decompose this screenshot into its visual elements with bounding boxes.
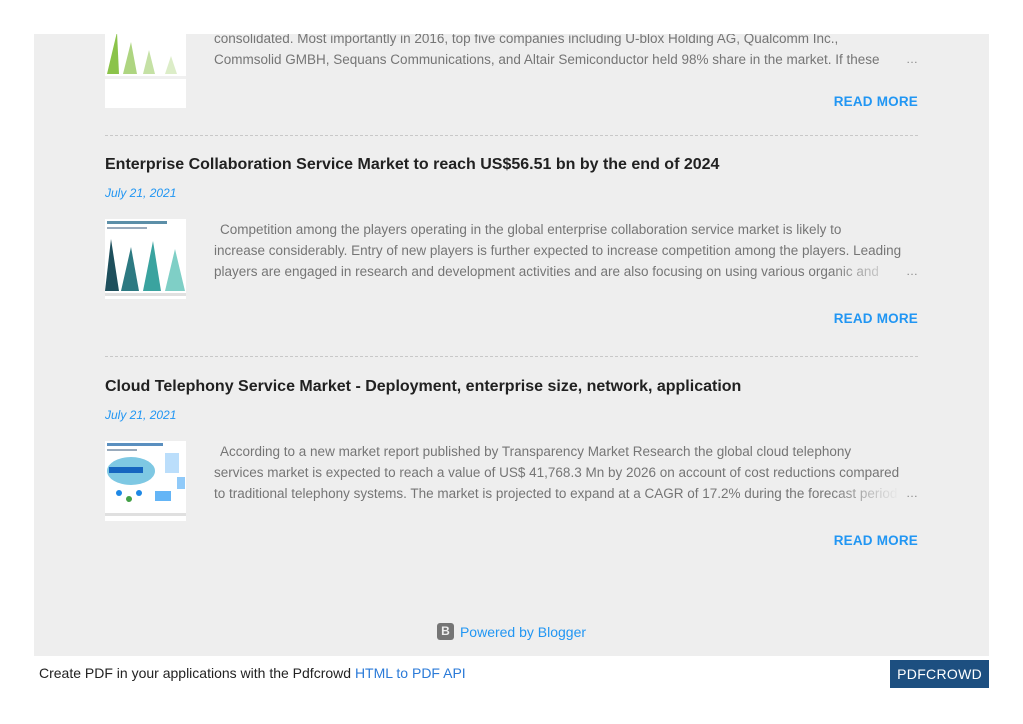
snippet-line: to traditional telephony systems. The ma… <box>214 486 898 501</box>
post-3-snippet: According to a new market report publish… <box>214 441 918 504</box>
post-divider <box>105 356 918 357</box>
blog-footer: Powered by Blogger <box>34 623 989 643</box>
post-2-body: Competition among the players operating … <box>105 219 918 299</box>
blogger-icon <box>436 623 454 640</box>
post-1: consolidated. Most importantly in 2016, … <box>105 34 918 109</box>
snippet-line: consolidated. Most importantly in 2016, … <box>214 34 839 46</box>
read-more-link[interactable]: READ MORE <box>834 94 918 109</box>
post-title[interactable]: Cloud Telephony Service Market - Deploym… <box>105 377 918 397</box>
post-1-snippet: consolidated. Most importantly in 2016, … <box>214 34 918 91</box>
post-2-thumbnail[interactable] <box>105 219 186 299</box>
post-1-thumbnail[interactable] <box>105 34 186 108</box>
read-more-link[interactable]: READ MORE <box>834 533 918 548</box>
pdfcrowd-button[interactable]: PDFCROWD <box>890 660 989 688</box>
post-date[interactable]: July 21, 2021 <box>105 185 918 201</box>
post-3-body: According to a new market report publish… <box>105 441 918 521</box>
snippet-fade <box>830 261 900 282</box>
blog-panel: consolidated. Most importantly in 2016, … <box>34 34 989 656</box>
snippet-line: services market is expected to reach a v… <box>214 465 900 480</box>
snippet-ellipsis: … <box>902 483 918 504</box>
powered-by-blogger-link[interactable]: Powered by Blogger <box>436 623 587 640</box>
post-date[interactable]: July 21, 2021 <box>105 407 918 423</box>
post-2-snippet: Competition among the players operating … <box>214 219 918 282</box>
post-divider <box>105 135 918 136</box>
pdfcrowd-message: Create PDF in your applications with the… <box>39 665 352 681</box>
read-more-link[interactable]: READ MORE <box>834 311 918 326</box>
snippet-line: Competition among the players operating … <box>220 222 842 237</box>
post-1-body: consolidated. Most importantly in 2016, … <box>105 34 918 108</box>
snippet-line: According to a new market report publish… <box>220 444 852 459</box>
html-to-pdf-api-link[interactable]: HTML to PDF API <box>355 665 466 681</box>
post-3-thumbnail[interactable] <box>105 441 186 521</box>
powered-by-label: Powered by Blogger <box>459 623 587 640</box>
page: consolidated. Most importantly in 2016, … <box>0 0 1023 724</box>
snippet-ellipsis: … <box>902 49 918 70</box>
pdfcrowd-text: Create PDF in your applications with the… <box>39 665 466 681</box>
post-title[interactable]: Enterprise Collaboration Service Market … <box>105 155 918 175</box>
snippet-fade <box>830 483 900 504</box>
snippet-line: players are engaged in research and deve… <box>214 264 879 279</box>
snippet-ellipsis: … <box>902 261 918 282</box>
post-2: Enterprise Collaboration Service Market … <box>105 155 918 326</box>
pdfcrowd-bar: Create PDF in your applications with the… <box>34 660 989 688</box>
snippet-line: Commsolid GMBH, Sequans Communications, … <box>214 52 880 67</box>
post-3: Cloud Telephony Service Market - Deploym… <box>105 377 918 548</box>
snippet-line: increase considerably. Entry of new play… <box>214 243 902 258</box>
